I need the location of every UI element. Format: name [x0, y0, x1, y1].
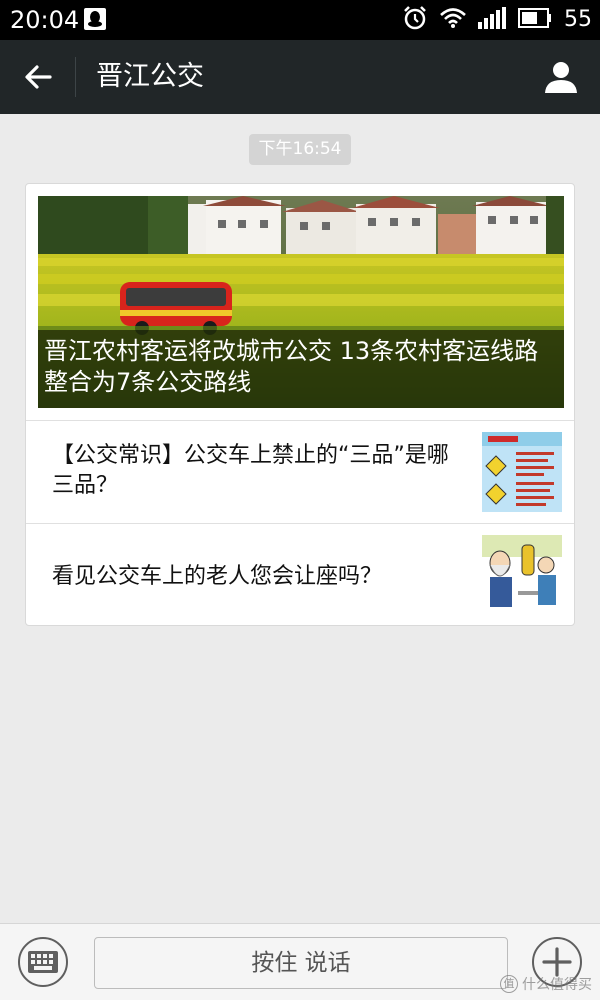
arrow-left-icon	[25, 65, 52, 89]
status-indicators: 55	[402, 5, 592, 35]
alarm-icon	[402, 5, 428, 35]
message-timestamp: 下午16:54	[249, 134, 351, 165]
status-bar: 20:04 55	[0, 0, 600, 40]
cover-article[interactable]: 晋江农村客运将改城市公交 13条农村客运线路整合为7条公交路线	[38, 196, 564, 408]
signal-icon	[478, 7, 506, 33]
input-bar: 按住 说话 值 什么值得买	[0, 923, 600, 1000]
qq-notification-icon	[84, 8, 106, 30]
back-button[interactable]	[14, 54, 62, 100]
news-card: 晋江农村客运将改城市公交 13条农村客运线路整合为7条公交路线 【公交常识】公交…	[25, 183, 575, 626]
three-items-poster-thumbnail	[482, 432, 562, 512]
give-up-seat-cartoon-thumbnail	[482, 535, 562, 615]
keyboard-icon	[28, 951, 58, 973]
hold-to-talk-button[interactable]: 按住 说话	[94, 937, 508, 989]
battery-icon	[518, 8, 552, 32]
list-item[interactable]: 【公交常识】公交车上禁止的“三品”是哪三品？	[26, 420, 574, 523]
watermark-text: 什么值得买	[522, 977, 592, 993]
battery-level: 55	[564, 7, 592, 32]
title-divider	[75, 57, 76, 97]
wifi-icon	[440, 7, 466, 33]
status-time: 20:04	[10, 6, 80, 34]
list-item-title: 【公交常识】公交车上禁止的“三品”是哪三品？	[52, 443, 449, 498]
title-bar: 晋江公交	[0, 40, 600, 114]
cover-title: 晋江农村客运将改城市公交 13条农村客运线路整合为7条公交路线	[38, 330, 564, 408]
person-icon	[545, 62, 577, 93]
keyboard-toggle-button[interactable]	[18, 937, 68, 987]
page-title: 晋江公交	[96, 61, 204, 92]
list-item-title: 看见公交车上的老人您会让座吗？	[52, 564, 383, 589]
list-item[interactable]: 看见公交车上的老人您会让座吗？	[26, 523, 574, 626]
plus-icon	[542, 947, 572, 977]
profile-button[interactable]	[540, 56, 582, 98]
watermark-logo: 值	[500, 975, 518, 993]
watermark: 值 什么值得买	[500, 974, 592, 994]
